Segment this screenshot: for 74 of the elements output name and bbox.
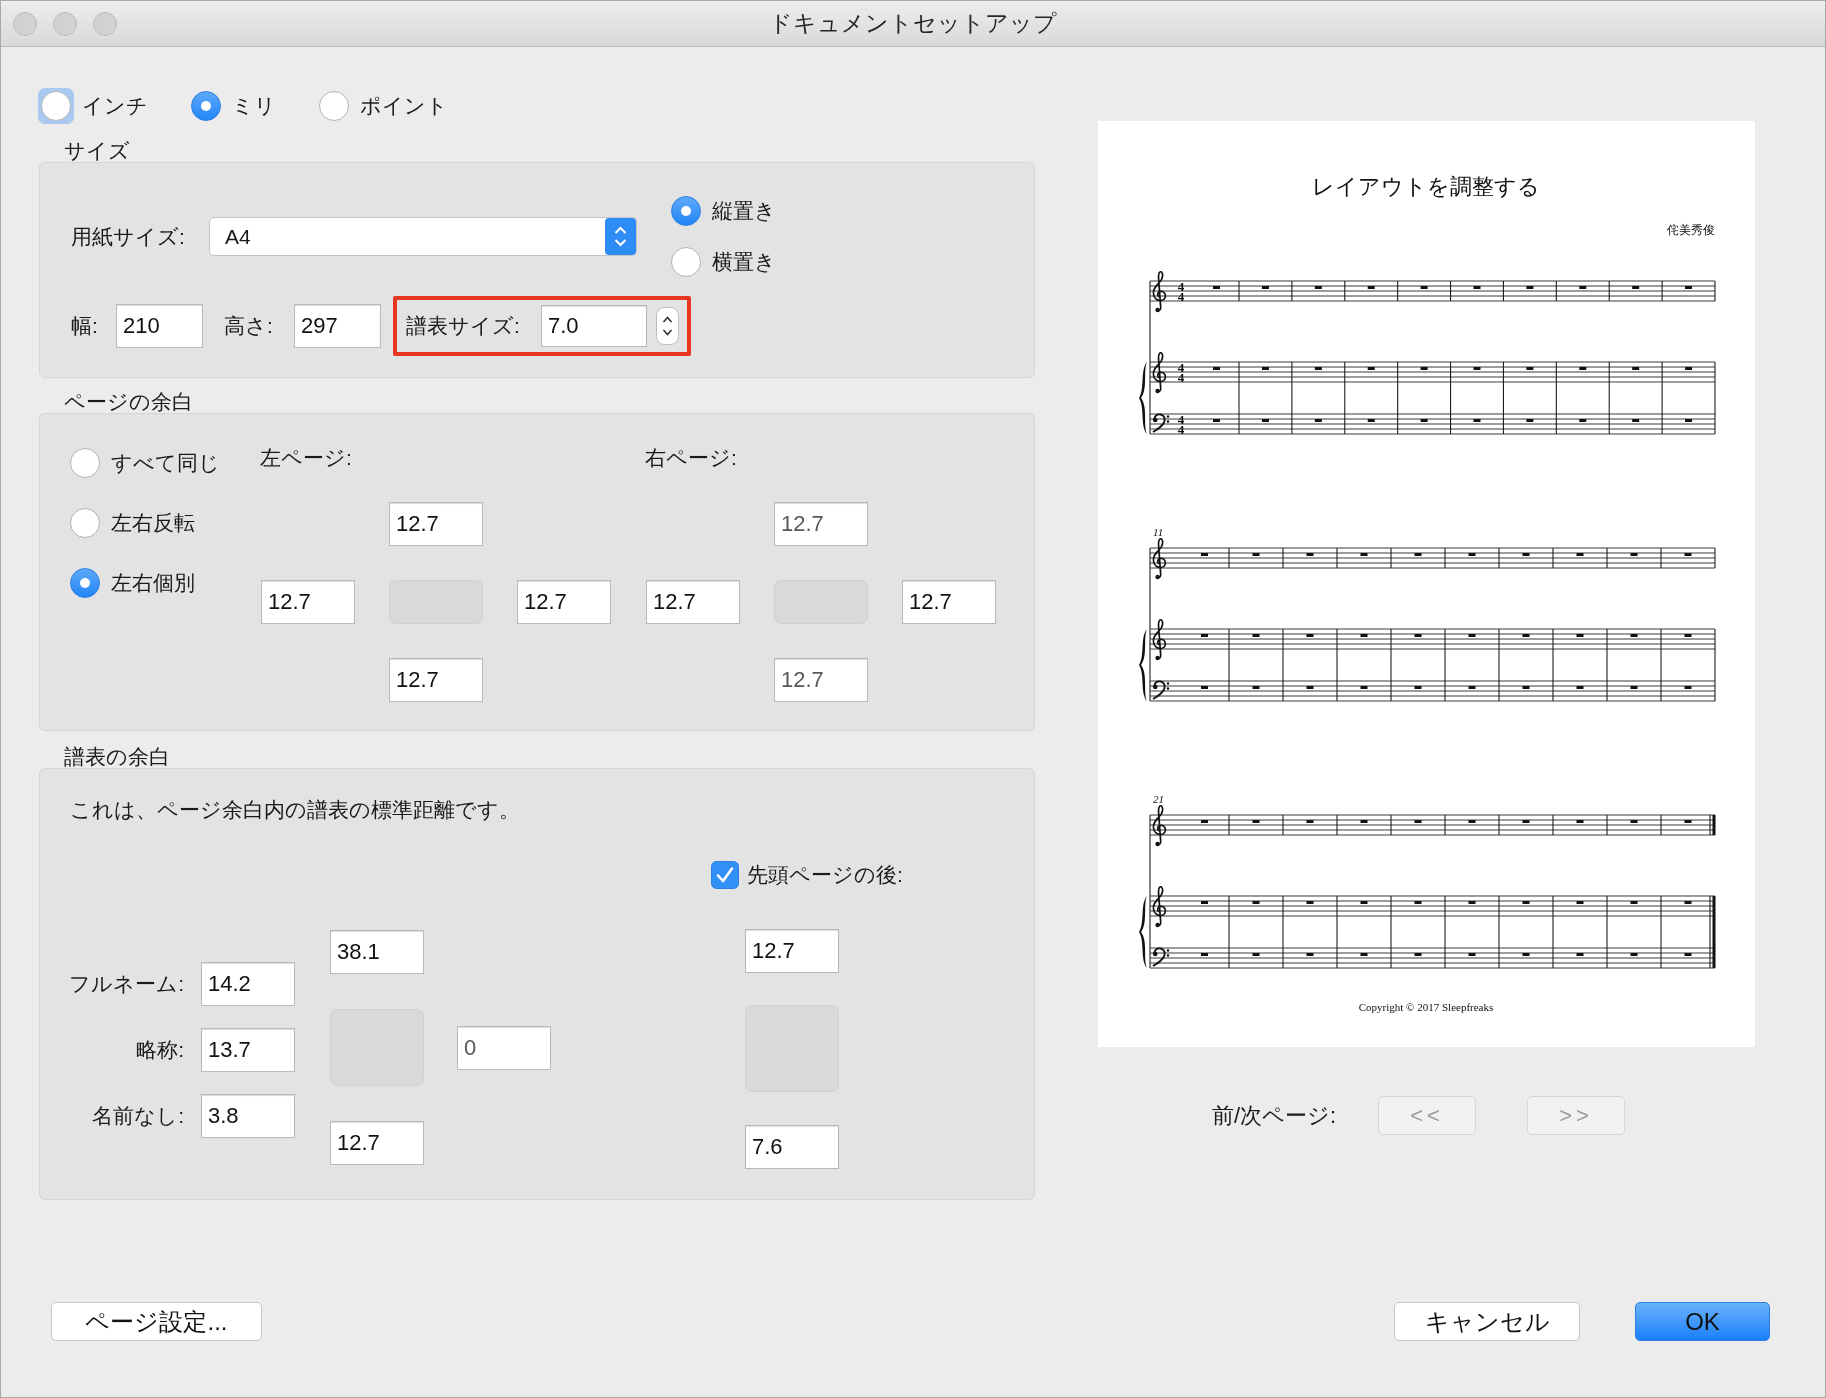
page-label: 左ページ: — [260, 446, 353, 470]
radio-label[interactable]: 縦置き — [712, 197, 776, 225]
margin-field[interactable]: 12.7 — [389, 658, 483, 702]
radio-button[interactable] — [319, 91, 349, 121]
treble-clef-icon — [1152, 351, 1167, 394]
radio-label[interactable]: インチ — [82, 92, 148, 120]
updown-arrows-icon — [605, 218, 636, 255]
text-field[interactable]: 3.8 — [201, 1094, 295, 1138]
zoom-button[interactable] — [93, 11, 117, 36]
margin-field[interactable]: 12.7 — [902, 580, 996, 624]
radio-label[interactable]: 左右個別 — [111, 569, 195, 597]
text-field[interactable]: 297 — [294, 304, 381, 348]
radio-button[interactable] — [671, 196, 701, 226]
brace-icon — [1139, 629, 1147, 701]
radio-button[interactable] — [671, 247, 701, 277]
margin-field[interactable]: 12.7 — [261, 580, 355, 624]
group-title: サイズ — [64, 140, 130, 162]
nav-label: 前/次ページ: — [1212, 1101, 1338, 1130]
close-button[interactable] — [13, 11, 37, 36]
stepper-arrows-icon[interactable] — [656, 307, 679, 345]
radio-label[interactable]: ポイント — [360, 92, 448, 120]
margin-field[interactable]: 12.7 — [745, 929, 839, 973]
radio-label[interactable]: ミリ — [232, 92, 276, 120]
copyright-text: Copyright © 2017 Sleepfreaks — [1358, 1001, 1494, 1013]
field-label: 略称: — [135, 1037, 184, 1063]
dialog-button[interactable]: キャンセル — [1394, 1302, 1580, 1341]
text-field[interactable]: 7.0 — [541, 305, 647, 347]
margin-field[interactable]: 7.6 — [745, 1125, 839, 1169]
paper-size-dropdown[interactable]: A4 — [209, 217, 637, 256]
field-label: 名前なし: — [91, 1103, 184, 1129]
margin-field[interactable]: 38.1 — [330, 930, 424, 974]
measure-number: 11 — [1153, 526, 1164, 538]
brace-icon — [1139, 896, 1147, 968]
radio-button[interactable] — [70, 508, 100, 538]
page-label: 右ページ: — [645, 446, 738, 470]
margin-field[interactable]: 12.7 — [517, 580, 611, 624]
margin-field[interactable]: 12.7 — [646, 580, 740, 624]
treble-clef-icon — [1152, 270, 1167, 313]
field-label: 幅: — [71, 313, 99, 339]
radio-button[interactable] — [70, 448, 100, 478]
margin-field[interactable]: 12.7 — [330, 1121, 424, 1165]
radio-label[interactable]: すべて同じ — [111, 449, 220, 477]
minimize-button[interactable] — [53, 11, 77, 36]
treble-clef-icon — [1152, 885, 1167, 928]
text-field[interactable]: 210 — [116, 304, 203, 348]
text-field[interactable]: 13.7 — [201, 1028, 295, 1072]
group-title: ページの余白 — [64, 391, 193, 413]
brace-icon — [1139, 362, 1147, 434]
radio-button[interactable] — [191, 91, 221, 121]
radio-label[interactable]: 横置き — [712, 248, 776, 276]
field-label: フルネーム: — [68, 971, 184, 997]
window-title: ドキュメントセットアップ — [769, 9, 1057, 38]
bass-clef-icon — [1152, 413, 1170, 433]
checkbox[interactable] — [711, 861, 739, 889]
treble-clef-icon — [1152, 537, 1167, 580]
bass-clef-icon — [1152, 680, 1170, 700]
composer-name: 侘美秀俊 — [1667, 223, 1715, 237]
description-text: これは、ページ余白内の譜表の標準距離です。 — [70, 798, 520, 822]
field-label: 譜表サイズ: — [406, 313, 521, 339]
margin-field[interactable]: 12.7 — [389, 502, 483, 546]
score-title: レイアウトを調整する — [1312, 174, 1540, 199]
group-title: 譜表の余白 — [64, 746, 170, 768]
radio-button[interactable] — [70, 568, 100, 598]
checkbox-label[interactable]: 先頭ページの後: — [747, 861, 903, 889]
text-field[interactable]: 14.2 — [201, 962, 295, 1006]
measure-number: 21 — [1153, 793, 1164, 805]
treble-clef-icon — [1152, 618, 1167, 661]
dialog-button[interactable]: OK — [1635, 1302, 1770, 1341]
field-label: 高さ: — [224, 313, 274, 339]
bass-clef-icon — [1152, 947, 1170, 967]
field-label: 用紙サイズ: — [71, 223, 186, 250]
radio-label[interactable]: 左右反転 — [111, 509, 195, 537]
treble-clef-icon — [1152, 804, 1167, 847]
dialog-button[interactable]: ページ設定... — [51, 1302, 262, 1341]
